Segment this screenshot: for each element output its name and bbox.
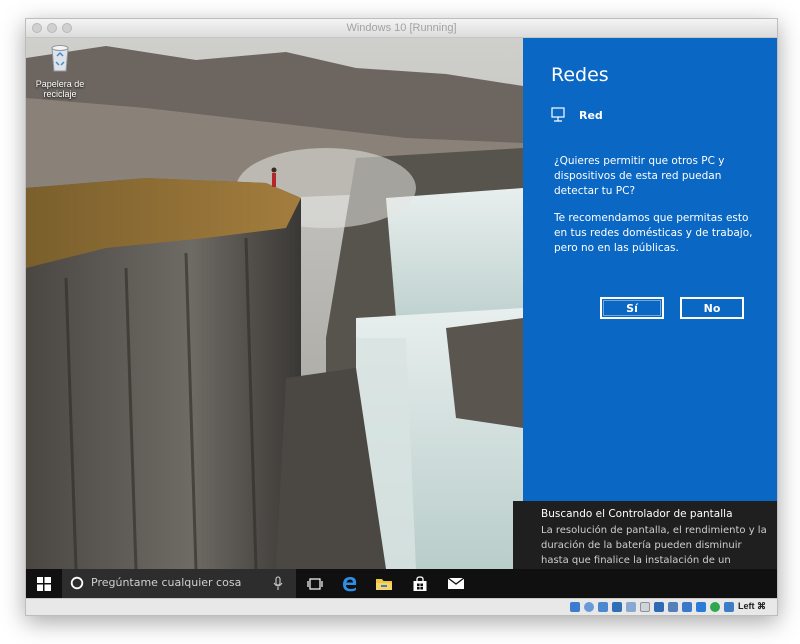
windows-logo-icon: [37, 576, 51, 591]
cortana-search-box[interactable]: Pregúntame cualquier cosa: [62, 569, 296, 598]
display-status-icon[interactable]: [654, 602, 664, 612]
store-bag-icon: [413, 575, 427, 591]
microphone-icon[interactable]: [273, 576, 283, 591]
recycle-bin-label: Papelera de reciclaje: [35, 79, 85, 99]
window-title: Windows 10 [Running]: [346, 22, 457, 34]
network-item: Red: [551, 106, 603, 124]
explorer-taskbar-button[interactable]: [368, 569, 400, 598]
cortana-circle-icon: [70, 576, 84, 590]
window-titlebar[interactable]: Windows 10 [Running]: [26, 19, 777, 38]
recording-status-icon[interactable]: [668, 602, 678, 612]
host-key-label: Left ⌘: [738, 601, 766, 611]
network-name: Red: [579, 108, 603, 122]
search-placeholder: Pregúntame cualquier cosa: [91, 576, 242, 589]
recycle-bin-desktop-item[interactable]: Papelera de reciclaje: [32, 42, 88, 99]
hard-disk-status-icon[interactable]: [570, 602, 580, 612]
discovery-recommendation: Te recomendamos que permitas esto en tus…: [554, 212, 753, 254]
task-view-button[interactable]: [300, 569, 330, 598]
shared-folders-status-icon[interactable]: [640, 602, 650, 612]
keyboard-capture-status-icon[interactable]: [724, 602, 734, 612]
network-monitor-icon: [551, 107, 565, 122]
guest-additions-status-icon[interactable]: [710, 602, 720, 612]
panel-title: Redes: [551, 64, 609, 86]
mouse-integration-status-icon[interactable]: [696, 602, 706, 612]
mail-taskbar-button[interactable]: [440, 569, 472, 598]
notification-title: Buscando el Controlador de pantalla: [541, 508, 733, 520]
store-taskbar-button[interactable]: [404, 569, 436, 598]
vm-screen[interactable]: Papelera de reciclaje Redes Red ¿Quieres…: [26, 38, 777, 598]
network-status-icon[interactable]: [612, 602, 622, 612]
yes-button[interactable]: Sí: [600, 297, 664, 319]
edge-browser-icon: [343, 576, 357, 591]
recycle-bin-icon: [51, 45, 69, 72]
mail-envelope-icon: [447, 577, 465, 589]
discovery-question: ¿Quieres permitir que otros PC y disposi…: [554, 155, 725, 197]
audio-status-icon[interactable]: [598, 602, 608, 612]
usb-status-icon[interactable]: [626, 602, 636, 612]
notification-body: La resolución de pantalla, el rendimient…: [541, 525, 767, 566]
file-explorer-icon: [376, 578, 392, 590]
vm-statusbar: Left ⌘: [26, 598, 777, 615]
start-button[interactable]: [26, 569, 62, 598]
optical-drive-status-icon[interactable]: [584, 602, 594, 612]
driver-notification[interactable]: Buscando el Controlador de pantalla La r…: [513, 501, 777, 569]
task-view-icon: [307, 577, 323, 590]
edge-taskbar-button[interactable]: [334, 569, 366, 598]
no-button[interactable]: No: [680, 297, 744, 319]
windows-taskbar: Pregúntame cualquier cosa: [26, 569, 777, 598]
cpu-status-icon[interactable]: [682, 602, 692, 612]
network-discovery-panel: Redes Red ¿Quieres permitir que otros PC…: [523, 38, 777, 569]
desktop-wallpaper: [26, 38, 523, 569]
virtualbox-window: Windows 10 [Running] Papelera de recicla…: [25, 18, 778, 616]
